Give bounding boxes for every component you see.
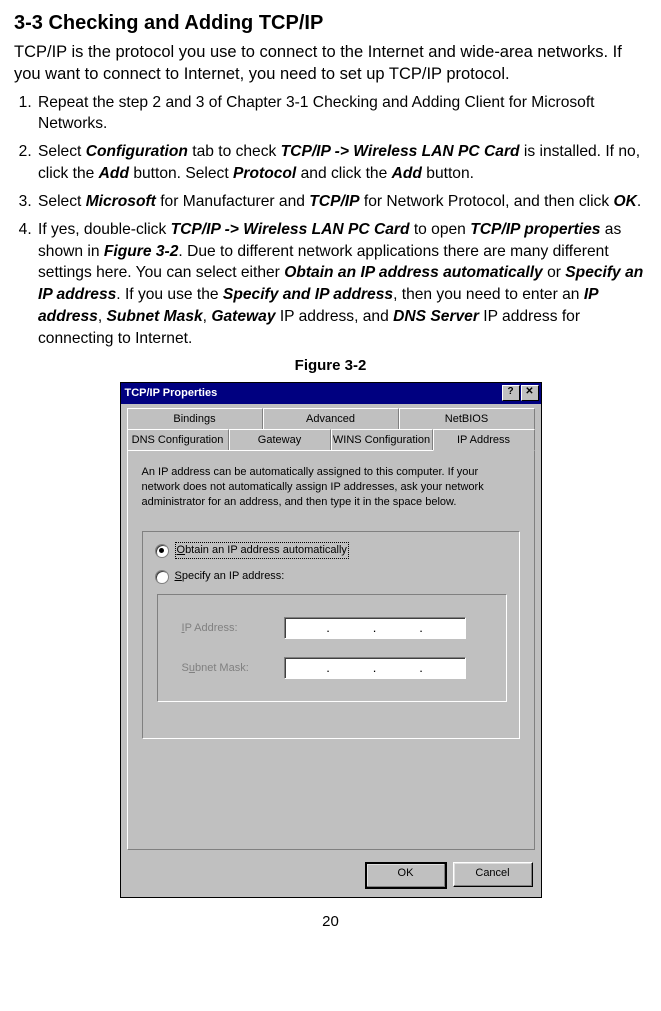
close-button[interactable]: ✕ [521,385,539,401]
step-3: Select Microsoft for Manufacturer and TC… [36,191,647,213]
specify-ip-option[interactable]: Specify an IP address: [155,569,507,584]
tab-panel: An IP address can be automatically assig… [127,450,535,850]
figure-caption: Figure 3-2 [14,356,647,376]
ip-settings-group: Obtain an IP address automatically Speci… [142,531,520,739]
subnet-mask-row: Subnet Mask: . . . [182,657,488,679]
titlebar[interactable]: TCP/IP Properties ? ✕ [121,383,541,404]
page-number: 20 [14,912,647,932]
tab-netbios[interactable]: NetBIOS [399,408,535,429]
tab-bindings[interactable]: Bindings [127,408,263,429]
tab-wins-configuration[interactable]: WINS Configuration [331,429,433,450]
radio-specify-ip[interactable] [155,570,169,584]
titlebar-title: TCP/IP Properties [125,386,218,401]
tab-strip: Bindings Advanced NetBIOS DNS Configurat… [121,404,541,450]
panel-description: An IP address can be automatically assig… [142,465,520,510]
section-heading: 3-3 Checking and Adding TCP/IP [14,10,647,37]
tcpip-properties-dialog: TCP/IP Properties ? ✕ Bindings Advanced … [120,382,542,898]
ip-address-row: IP Address: . . . [182,617,488,639]
step-list: Repeat the step 2 and 3 of Chapter 3-1 C… [14,92,647,350]
subnet-mask-input[interactable]: . . . [284,657,466,679]
radio-specify-ip-label: Specify an IP address: [175,569,285,584]
step-2: Select Configuration tab to check TCP/IP… [36,141,647,185]
ip-address-input[interactable]: . . . [284,617,466,639]
step-1: Repeat the step 2 and 3 of Chapter 3-1 C… [36,92,647,136]
subnet-mask-label: Subnet Mask: [182,661,284,676]
tab-dns-configuration[interactable]: DNS Configuration [127,429,229,450]
ok-button[interactable]: OK [365,862,447,889]
tab-ip-address[interactable]: IP Address [433,429,535,451]
cancel-button[interactable]: Cancel [453,862,533,887]
tab-gateway[interactable]: Gateway [229,429,331,450]
intro-paragraph: TCP/IP is the protocol you use to connec… [14,41,647,86]
radio-obtain-ip-label: Obtain an IP address automatically [175,542,349,559]
help-button[interactable]: ? [502,385,520,401]
specify-ip-subgroup: IP Address: . . . Subnet Mask: . . [157,594,507,702]
button-bar: OK Cancel [121,856,541,897]
step-4: If yes, double-click TCP/IP -> Wireless … [36,219,647,350]
ip-address-label: IP Address: [182,621,284,636]
tab-advanced[interactable]: Advanced [263,408,399,429]
obtain-ip-option[interactable]: Obtain an IP address automatically [155,542,507,559]
radio-obtain-ip[interactable] [155,544,169,558]
